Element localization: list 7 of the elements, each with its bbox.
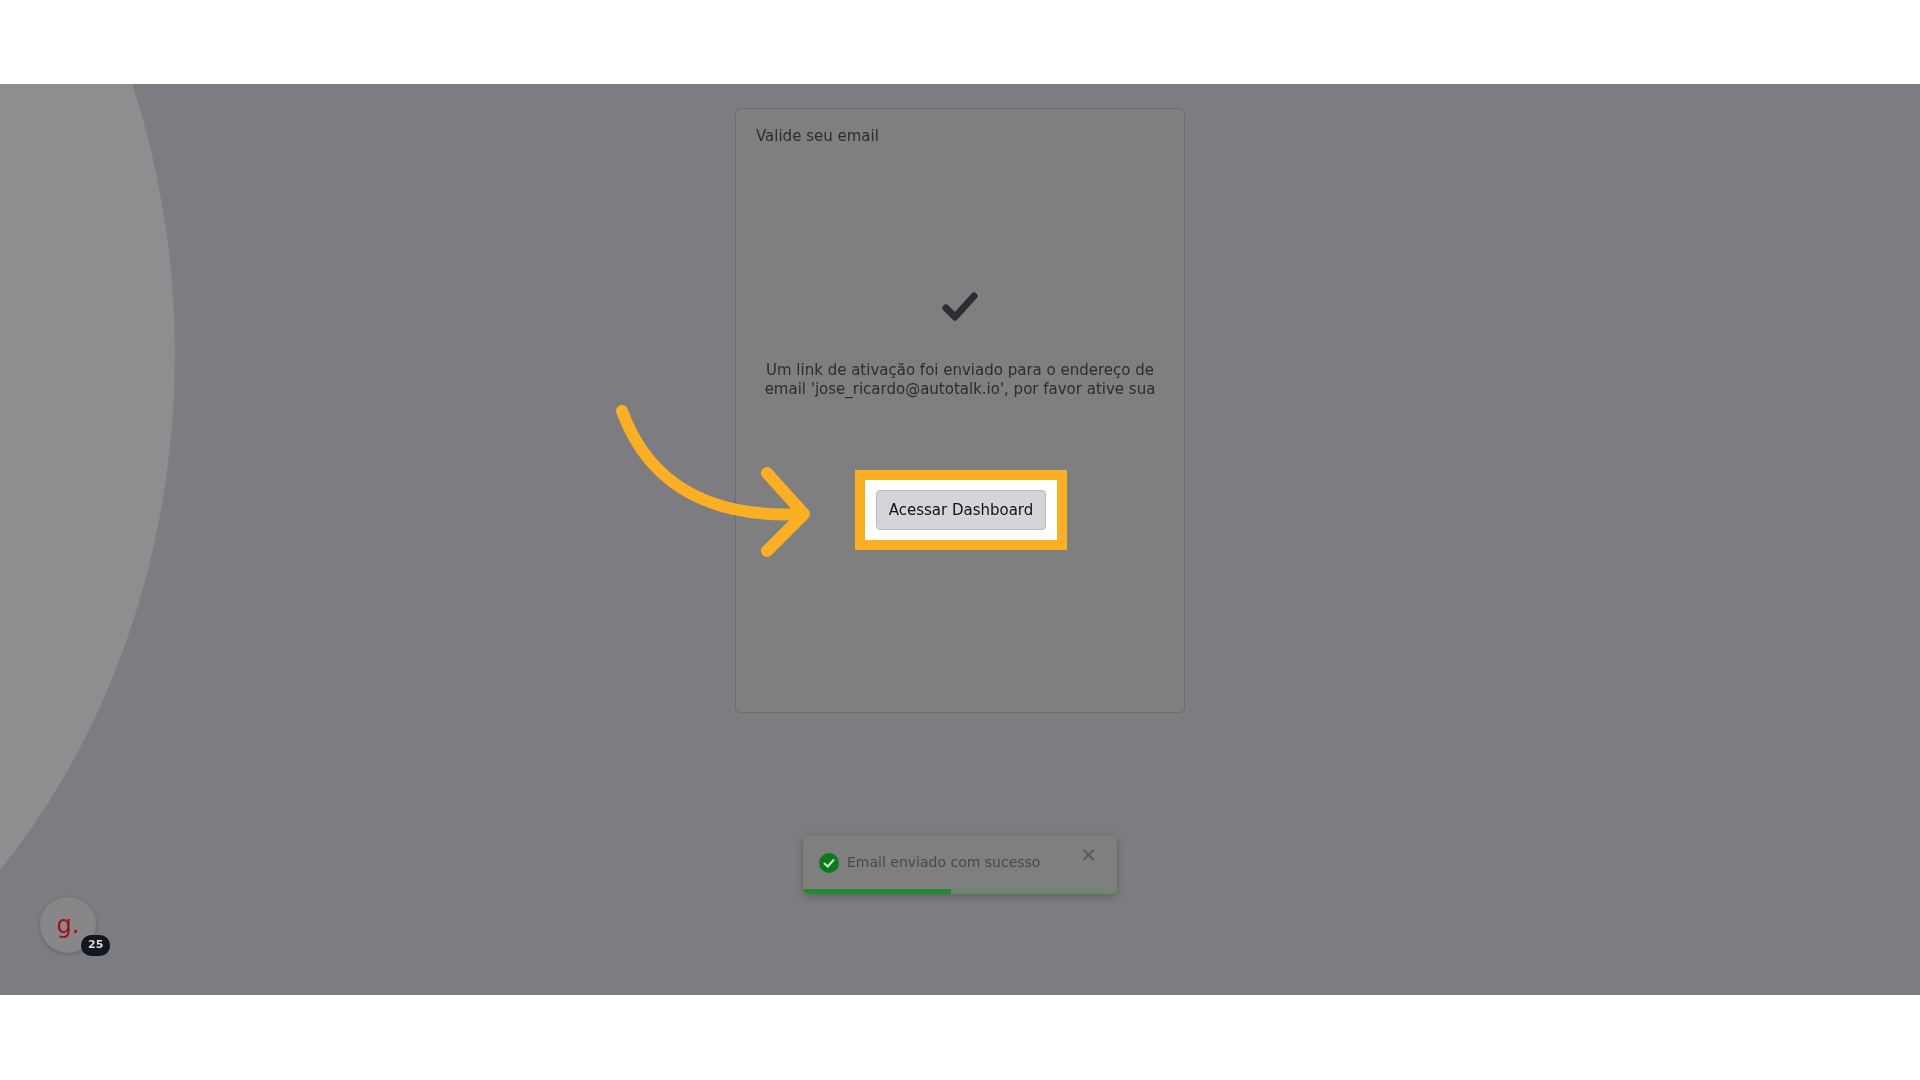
success-icon [819,852,839,873]
checkmark-icon [942,290,978,323]
dashboard-button[interactable]: Acessar Dashboard [875,489,1047,531]
count-badge: 25 [81,935,111,956]
card-title: Valide seu email [756,126,880,147]
activation-message: Um link de ativação foi enviado para o endereço de email 'jose_ricardo@autotalk.io', por favor ative sua [763,360,1157,399]
close-button[interactable]: × [1076,844,1101,864]
